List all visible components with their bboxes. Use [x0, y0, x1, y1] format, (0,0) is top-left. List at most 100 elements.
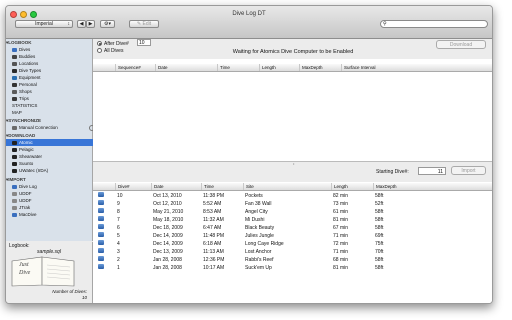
sidebar-item-equipment[interactable]: Equipment — [6, 74, 98, 81]
column-header-site[interactable]: Site — [243, 183, 254, 190]
sidebar-item-personal[interactable]: Personal — [6, 81, 98, 88]
locations-icon — [12, 61, 17, 66]
column-header-maxdepth[interactable]: MaxDepth — [373, 183, 397, 190]
sidebar-item-shearwater[interactable]: Shearwater — [6, 153, 98, 160]
dive-computer-icon — [12, 147, 17, 152]
sidebar-item-buddies[interactable]: Buddies — [6, 53, 98, 60]
table-row[interactable]: 5 Dec 14, 2009 11:48 PM Julies Jungle 71 min… — [93, 232, 492, 240]
site-cell: Black Beauty — [245, 225, 275, 231]
column-header-date[interactable]: Date — [155, 64, 168, 71]
dive-entry-icon — [98, 256, 104, 261]
dive-entry-icon — [98, 240, 104, 245]
after-dive-radio[interactable] — [97, 41, 102, 46]
dive-number-cell: 5 — [117, 233, 120, 239]
sidebar-header-logbook[interactable]: ▾LOGBOOK — [6, 39, 92, 46]
column-header-length[interactable]: Length — [259, 64, 276, 71]
sidebar-item-manual-connection[interactable]: Manual Connection — [6, 124, 98, 131]
column-header-maxdepth[interactable]: MaxDepth — [299, 64, 323, 71]
sidebar-item-map[interactable]: MAP — [6, 109, 98, 116]
sidebar-item-jtrak[interactable]: JTrak — [6, 204, 98, 211]
sidebar-header-import[interactable]: ▾IMPORT — [6, 176, 92, 183]
sidebar-item-label: Dives — [19, 47, 31, 52]
sidebar-item-label: Manual Connection — [19, 125, 58, 130]
import-icon — [12, 184, 17, 189]
sidebar-item-label: Shops — [19, 89, 32, 94]
back-button[interactable]: ◀ — [77, 20, 86, 28]
dive-entry-icon — [98, 208, 104, 213]
sidebar-item-uwatec[interactable]: UWatec (IrDA) — [6, 167, 98, 174]
sidebar-item-label: MAP — [12, 110, 22, 115]
time-cell: 10:17 AM — [203, 265, 225, 271]
date-cell: Oct 12, 2010 — [153, 201, 182, 207]
arrow-right-icon: ▶ — [88, 21, 93, 27]
time-cell: 5:52 AM — [203, 201, 222, 207]
sidebar-item-suunto[interactable]: Suunto — [6, 160, 98, 167]
waiting-status-text: Waiting for Atomics Dive Computer to be … — [232, 49, 354, 55]
download-button[interactable]: Download — [436, 40, 486, 49]
column-header-time[interactable]: Time — [217, 64, 230, 71]
sidebar-item-trips[interactable]: Trips — [6, 95, 98, 102]
length-cell: 81 min — [333, 217, 349, 223]
sidebar-item-statistics[interactable]: STATISTICS — [6, 102, 98, 109]
sidebar-item-atomic[interactable]: Atomic — [6, 139, 98, 146]
forward-button[interactable]: ▶ — [86, 20, 95, 28]
table-row[interactable]: 7 May 18, 2010 11:32 AM Mi Dushi 81 min 58ft — [93, 216, 492, 224]
column-header-length[interactable]: Length — [331, 183, 348, 190]
site-cell: Angel City — [245, 209, 268, 215]
table-row[interactable]: 6 Dec 18, 2009 6:47 AM Black Beauty 67 min 58… — [93, 224, 492, 232]
starting-dive-field[interactable]: 11 — [418, 167, 446, 175]
length-cell: 72 min — [333, 241, 349, 247]
sidebar-item-macdive[interactable]: MacDive — [6, 211, 98, 218]
length-cell: 73 min — [333, 201, 349, 207]
time-cell: 6:47 AM — [203, 225, 222, 231]
table-row[interactable]: 4 Dec 14, 2009 6:18 AM Long Caye Ridge 72 mi… — [93, 240, 492, 248]
sidebar-item-dives[interactable]: Dives — [6, 46, 98, 53]
logbook-select[interactable]: Imperial ↕ — [15, 20, 73, 28]
sidebar-item-dive-types[interactable]: Dive Types — [6, 67, 98, 74]
after-dive-field[interactable]: 10 — [137, 39, 151, 46]
date-cell: Dec 13, 2009 — [153, 249, 183, 255]
sidebar-item-uddf-2[interactable]: UDDF — [6, 197, 98, 204]
table-row[interactable]: 3 Dec 13, 2009 11:13 AM Lost Anchor 71 min 70… — [93, 248, 492, 256]
shops-icon — [12, 89, 17, 94]
sidebar-item-shops[interactable]: Shops — [6, 88, 98, 95]
column-header-dive-number[interactable]: Dive# — [115, 183, 130, 190]
import-icon — [12, 212, 17, 217]
column-header-date[interactable]: Date — [151, 183, 164, 190]
dives-icon — [12, 47, 17, 52]
table-row[interactable]: 8 May 21, 2010 8:53 AM Angel City 61 min 58ft — [93, 208, 492, 216]
sidebar-item-pelagic[interactable]: Pelagic — [6, 146, 98, 153]
table-row[interactable]: 9 Oct 12, 2010 5:52 AM Fan 38 Wall 73 min 52f… — [93, 200, 492, 208]
import-button[interactable]: Import — [451, 166, 486, 175]
all-dives-radio[interactable] — [97, 48, 102, 53]
action-menu-button[interactable]: ⚙▾ — [100, 20, 115, 28]
trips-icon — [12, 96, 17, 101]
date-cell: Dec 14, 2009 — [153, 233, 183, 239]
personal-icon — [12, 82, 17, 87]
sidebar-header-synchronize[interactable]: ▾SYNCHRONIZE — [6, 117, 92, 124]
length-cell: 82 min — [333, 193, 349, 199]
sidebar-header-download[interactable]: ▾DOWNLOAD — [6, 132, 92, 139]
sidebar-item-uddf-1[interactable]: UDDF — [6, 190, 98, 197]
splitter-handle-icon[interactable]: • — [293, 161, 294, 166]
title-bar: Dive Log DT Imperial ↕ ◀ ▶ ⚙▾ ✎ Edit ⚲ — [6, 6, 492, 39]
site-cell: Lost Anchor — [245, 249, 272, 255]
sidebar-item-label: Dive Types — [19, 68, 42, 73]
column-header-surface-interval[interactable]: Surface Interval — [341, 64, 376, 71]
column-header-time[interactable]: Time — [201, 183, 214, 190]
table-row[interactable]: 10 Oct 13, 2010 11:38 PM Pockets 82 min 58ft — [93, 192, 492, 200]
date-cell: Jan 28, 2008 — [153, 265, 182, 271]
sidebar-item-dive-log[interactable]: Dive Log — [6, 183, 98, 190]
search-input[interactable]: ⚲ — [380, 20, 488, 28]
table-row[interactable]: 2 Jan 28, 2008 12:36 PM Rabbi's Reef 68 min 5… — [93, 256, 492, 264]
sidebar-item-locations[interactable]: Locations — [6, 60, 98, 67]
sidebar-item-label: Equipment — [19, 75, 41, 80]
length-cell: 71 min — [333, 233, 349, 239]
maxdepth-cell: 70ft — [375, 249, 384, 255]
column-header-sequence[interactable]: Sequence# — [115, 64, 141, 71]
all-dives-label: All Dives — [104, 48, 124, 54]
dive-computer-icon — [12, 140, 17, 145]
book-text-1: Just — [19, 262, 29, 268]
table-row[interactable]: 1 Jan 28, 2008 10:17 AM Suck'em Up 81 min 58f… — [93, 264, 492, 272]
edit-button[interactable]: ✎ Edit — [129, 20, 159, 28]
